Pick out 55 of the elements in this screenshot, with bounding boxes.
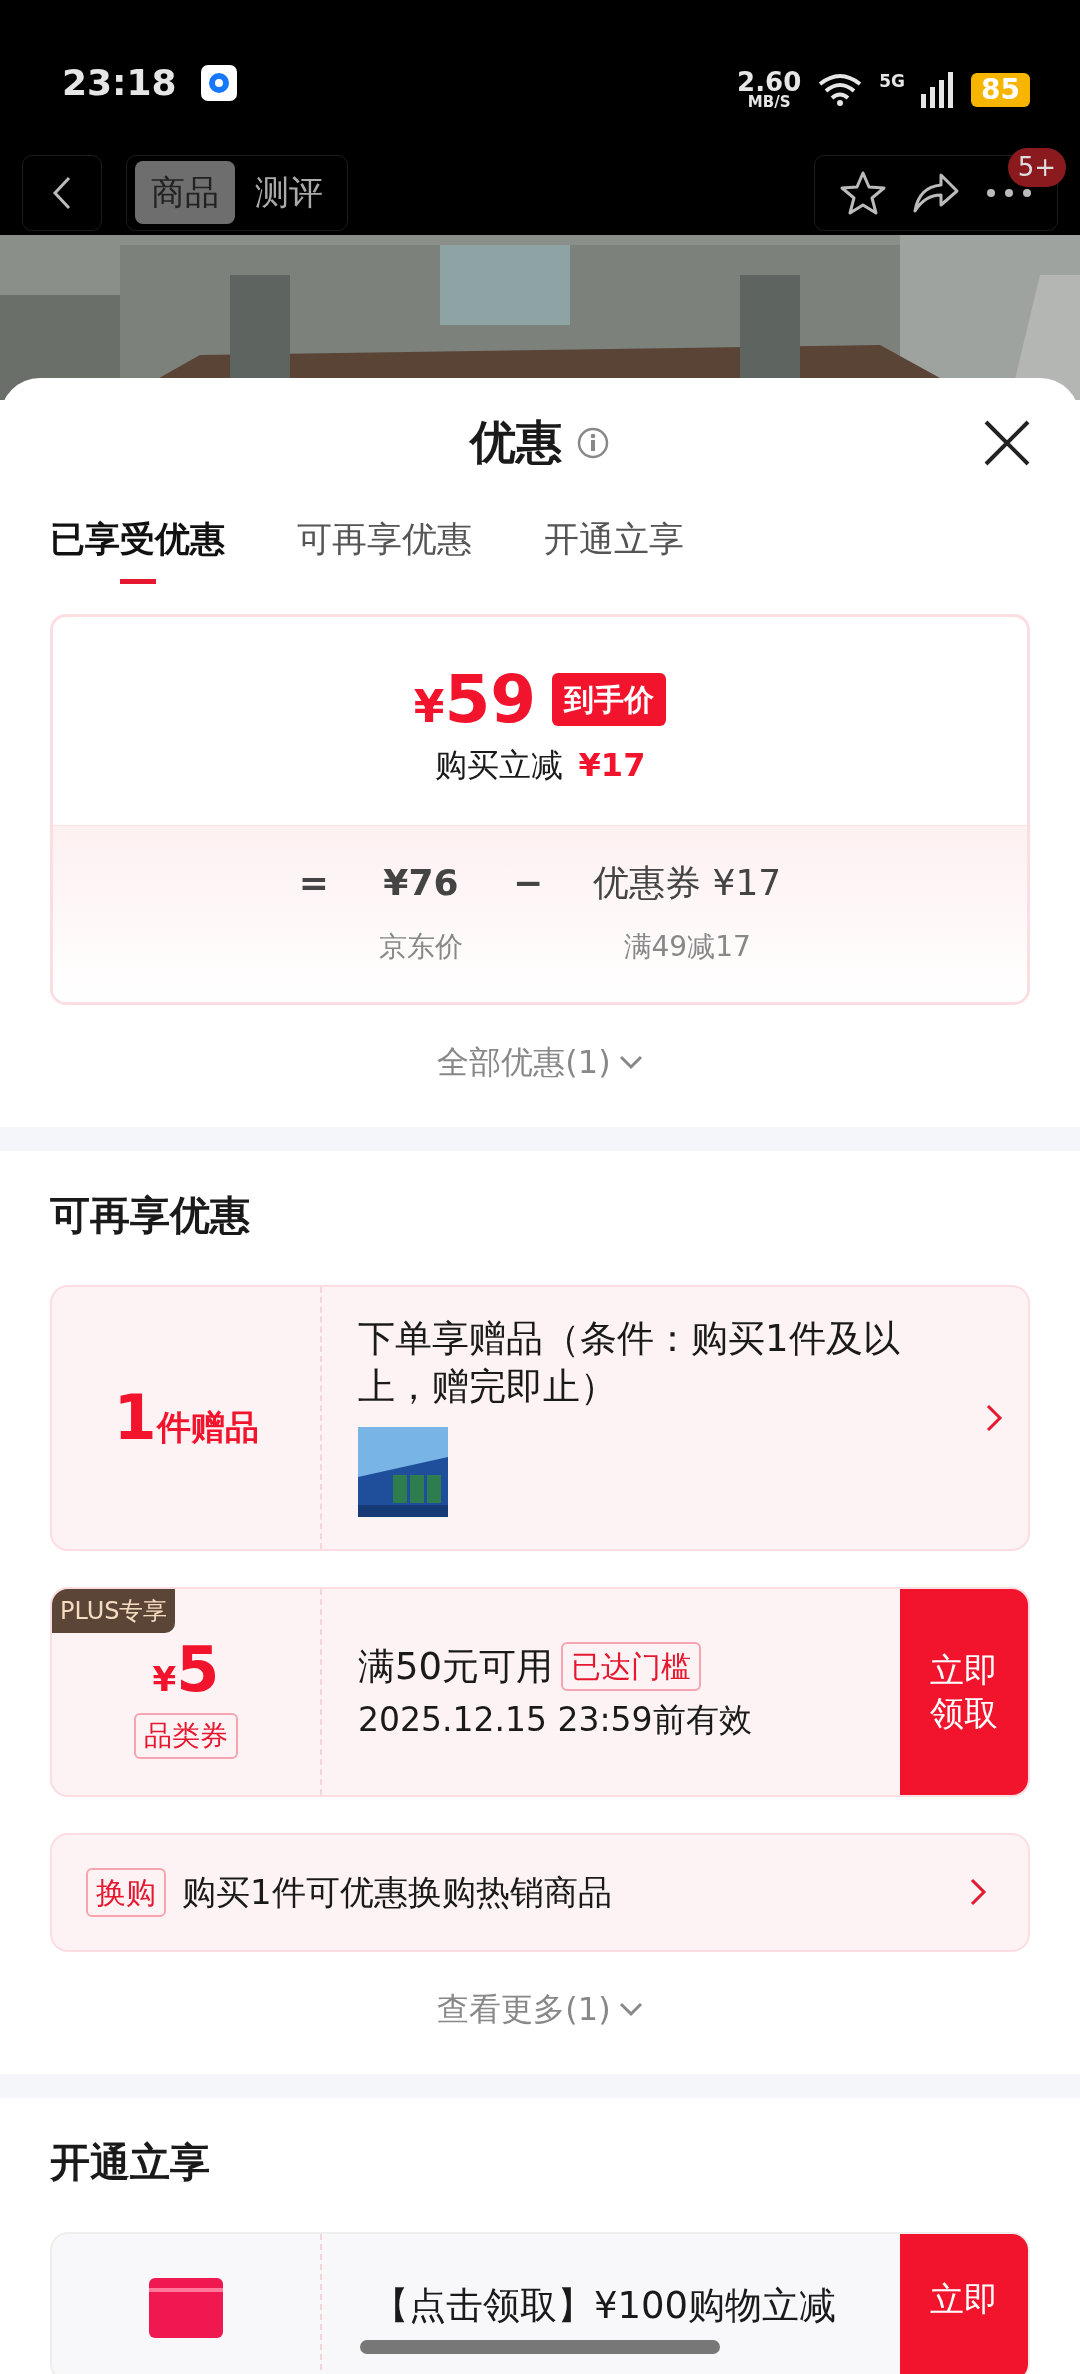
- threshold-tag: 已达门槛: [561, 1642, 702, 1692]
- exchange-tag: 换购: [86, 1867, 166, 1917]
- network-type: 5G: [879, 70, 906, 93]
- close-icon: [983, 419, 1031, 467]
- back-icon: [51, 174, 73, 211]
- gift-card[interactable]: 1件赠品 下单享赠品（条件：购买1件及以上，赠完即止）: [50, 1284, 1030, 1551]
- section-tab[interactable]: 可再享优惠: [297, 513, 472, 584]
- card-icon: [149, 2277, 223, 2338]
- section-title: 可再享优惠: [50, 1191, 250, 1238]
- clock: 23:18: [62, 61, 177, 105]
- chevron-down-icon: [618, 1053, 643, 1070]
- speed-unit: MB/S: [747, 95, 791, 110]
- signal-icon: [921, 71, 956, 108]
- plus-tag: PLUS专享: [52, 1588, 176, 1633]
- claim-button[interactable]: 立即领取: [900, 1588, 1028, 1795]
- notification-badge: 5+: [1007, 148, 1066, 187]
- battery-level: 85: [971, 72, 1030, 107]
- more-offers-link[interactable]: 查看更多(1): [431, 1983, 649, 2034]
- exchange-card[interactable]: 换购 购买1件可优惠换购热销商品: [50, 1832, 1030, 1952]
- coupon-type: 品类券: [134, 1712, 238, 1759]
- section-tab[interactable]: 开通立享: [544, 513, 684, 584]
- coupon-value: ¥5: [152, 1638, 220, 1705]
- back-button[interactable]: [22, 154, 102, 231]
- more-icon[interactable]: [985, 187, 1033, 198]
- sheet-title: 优惠: [470, 414, 562, 471]
- wifi-icon: [817, 71, 864, 108]
- gift-condition: 下单享赠品（条件：购买1件及以上，赠完即止）: [358, 1315, 901, 1410]
- coupon-rule: 满49减17: [623, 928, 751, 965]
- coupon-validity: 2025.12.15 23:59前有效: [358, 1698, 753, 1741]
- app-icon: [200, 65, 237, 101]
- gift-count: 1件赠品: [113, 1380, 259, 1457]
- coupon-condition: 满50元可用: [358, 1644, 554, 1691]
- page-tab[interactable]: 测评: [239, 161, 339, 224]
- price-label: 京东价: [378, 928, 463, 965]
- network-speed: 2.60: [737, 69, 802, 95]
- exchange-text: 购买1件可优惠换购热销商品: [182, 1870, 613, 1914]
- price-tag: 到手价: [552, 673, 667, 726]
- close-button[interactable]: [982, 418, 1032, 468]
- minus-sign: −: [512, 860, 544, 905]
- claim-button[interactable]: 立即: [900, 2233, 1028, 2374]
- star-icon[interactable]: [839, 169, 887, 216]
- chevron-right-icon: [984, 1402, 1004, 1433]
- saving-label: 购买立减: [434, 744, 563, 786]
- equals-sign: =: [298, 860, 329, 905]
- chevron-right-icon: [968, 1877, 988, 1908]
- section-tab[interactable]: 已享受优惠: [50, 513, 225, 584]
- section-title: 开通立享: [50, 2138, 210, 2185]
- offer-text: 【点击领取】¥100购物立减: [372, 2283, 837, 2327]
- info-icon[interactable]: [576, 425, 610, 460]
- coupon-amount: 优惠券 ¥17: [593, 860, 782, 905]
- all-offers-link[interactable]: 全部优惠(1): [431, 1036, 649, 1087]
- base-price: ¥76: [383, 860, 459, 905]
- final-price: ¥59: [413, 666, 537, 733]
- chevron-down-icon: [618, 2000, 643, 2017]
- saving-amount: ¥17: [578, 744, 646, 786]
